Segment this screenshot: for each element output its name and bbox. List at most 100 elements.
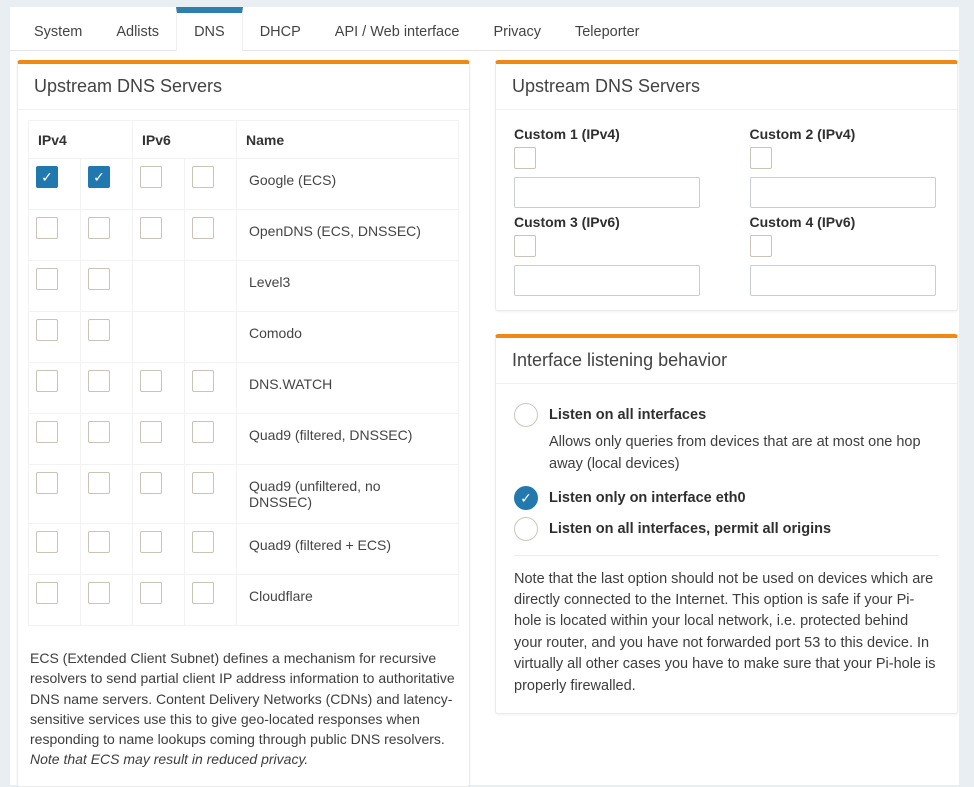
ipv4-checkbox-cell: [29, 363, 81, 414]
ipv6-checkbox[interactable]: [192, 370, 214, 392]
ipv4-checkbox[interactable]: [36, 472, 58, 494]
table-header-row: IPv4 IPv6 Name: [29, 121, 459, 159]
ipv6-checkbox[interactable]: [140, 166, 162, 188]
ipv4-checkbox-cell: [29, 210, 81, 261]
ipv4-checkbox-cell: [29, 312, 81, 363]
table-row: DNS.WATCH: [29, 363, 459, 414]
ipv6-checkbox-cell: [133, 524, 185, 575]
ipv4-checkbox[interactable]: [36, 421, 58, 443]
check-icon: ✓: [520, 491, 532, 505]
ipv4-checkbox[interactable]: [88, 319, 110, 341]
ipv4-checkbox[interactable]: [88, 217, 110, 239]
table-row: Quad9 (filtered + ECS): [29, 524, 459, 575]
custom-upstream-dns-box: Upstream DNS Servers Custom 1 (IPv4)Cust…: [495, 60, 958, 311]
ipv4-checkbox[interactable]: [88, 472, 110, 494]
ipv4-checkbox[interactable]: [88, 582, 110, 604]
listening-option-row: ✓ Listen only on interface eth0: [514, 486, 939, 510]
check-icon: ✓: [41, 170, 53, 184]
upstream-dns-table-box: Upstream DNS Servers IPv4 IPv6 Name: [17, 60, 470, 787]
column-header-ipv6: IPv6: [133, 121, 237, 159]
ipv4-checkbox-cell: [81, 363, 133, 414]
dns-server-name: Quad9 (filtered, DNSSEC): [237, 414, 459, 465]
settings-columns: Upstream DNS Servers IPv4 IPv6 Name: [10, 51, 959, 787]
ipv4-checkbox[interactable]: ✓: [36, 166, 58, 188]
tab-teleporter[interactable]: Teleporter: [558, 7, 656, 50]
custom-4-input[interactable]: [750, 265, 936, 296]
column-header-ipv4: IPv4: [29, 121, 133, 159]
tab-dhcp[interactable]: DHCP: [243, 7, 318, 50]
dns-server-name: Quad9 (filtered + ECS): [237, 524, 459, 575]
ipv6-checkbox[interactable]: [192, 582, 214, 604]
custom-dns-enable-checkbox[interactable]: [514, 147, 536, 169]
ipv4-checkbox[interactable]: [36, 370, 58, 392]
listening-option-radio[interactable]: [514, 403, 538, 427]
divider: [514, 555, 939, 556]
ipv4-checkbox[interactable]: [88, 421, 110, 443]
table-row: Quad9 (unfiltered, no DNSSEC): [29, 465, 459, 524]
custom-dns-grid: Custom 1 (IPv4)Custom 2 (IPv4)Custom 3 (…: [496, 110, 957, 310]
ipv6-checkbox-cell: [133, 575, 185, 626]
ipv4-checkbox[interactable]: ✓: [88, 166, 110, 188]
ipv6-checkbox[interactable]: [192, 472, 214, 494]
listening-option-label: Listen on all interfaces: [549, 407, 706, 423]
ipv6-checkbox[interactable]: [140, 217, 162, 239]
ipv4-checkbox[interactable]: [36, 217, 58, 239]
custom-1-input[interactable]: [514, 177, 700, 208]
tab-api-web-interface[interactable]: API / Web interface: [318, 7, 477, 50]
upstream-dns-table-body: IPv4 IPv6 Name ✓✓Google (ECS)OpenDNS (EC…: [18, 110, 469, 786]
listening-option-row: Listen on all interfaces, permit all ori…: [514, 517, 939, 541]
ipv4-checkbox[interactable]: [88, 370, 110, 392]
listening-option-radio[interactable]: ✓: [514, 486, 538, 510]
tab-dns[interactable]: DNS: [176, 7, 243, 51]
ipv4-checkbox-cell: [29, 414, 81, 465]
ipv4-checkbox-cell: ✓: [81, 159, 133, 210]
ipv4-checkbox[interactable]: [36, 268, 58, 290]
ipv4-checkbox-cell: ✓: [29, 159, 81, 210]
ipv6-checkbox-cell: [185, 261, 237, 312]
tab-privacy[interactable]: Privacy: [476, 7, 558, 50]
interface-listening-box: Interface listening behavior Listen on a…: [495, 334, 958, 714]
custom-dns-field: Custom 3 (IPv6): [514, 208, 704, 296]
ipv6-checkbox[interactable]: [140, 370, 162, 392]
dns-server-name: Cloudflare: [237, 575, 459, 626]
ipv6-checkbox[interactable]: [140, 421, 162, 443]
ipv4-checkbox[interactable]: [88, 268, 110, 290]
ipv6-checkbox-cell: [185, 524, 237, 575]
listening-option-label: Listen only on interface eth0: [549, 490, 746, 506]
tab-system[interactable]: System: [17, 7, 99, 50]
table-row: OpenDNS (ECS, DNSSEC): [29, 210, 459, 261]
ipv6-checkbox[interactable]: [140, 582, 162, 604]
tab-adlists[interactable]: Adlists: [99, 7, 176, 50]
custom-3-input[interactable]: [514, 265, 700, 296]
box-title: Upstream DNS Servers: [18, 64, 469, 110]
table-row: Comodo: [29, 312, 459, 363]
custom-2-input[interactable]: [750, 177, 936, 208]
ipv6-checkbox[interactable]: [192, 421, 214, 443]
custom-dns-field: Custom 2 (IPv4): [750, 120, 940, 208]
ecs-note: ECS (Extended Client Subnet) defines a m…: [30, 648, 457, 770]
custom-dns-enable-checkbox[interactable]: [750, 147, 772, 169]
custom-dns-enable-checkbox[interactable]: [750, 235, 772, 257]
ipv6-checkbox[interactable]: [192, 166, 214, 188]
ipv4-checkbox[interactable]: [88, 531, 110, 553]
ipv4-checkbox[interactable]: [36, 531, 58, 553]
ipv4-checkbox-cell: [29, 465, 81, 524]
check-icon: ✓: [93, 170, 105, 184]
ipv6-checkbox[interactable]: [192, 531, 214, 553]
dns-server-name: Comodo: [237, 312, 459, 363]
ipv4-checkbox[interactable]: [36, 582, 58, 604]
ipv6-checkbox[interactable]: [192, 217, 214, 239]
interface-options-body: Listen on all interfacesAllows only quer…: [496, 384, 957, 713]
ipv6-checkbox[interactable]: [140, 531, 162, 553]
table-row: ✓✓Google (ECS): [29, 159, 459, 210]
upstream-dns-table: IPv4 IPv6 Name ✓✓Google (ECS)OpenDNS (EC…: [28, 120, 459, 626]
dns-server-name: Quad9 (unfiltered, no DNSSEC): [237, 465, 459, 524]
custom-dns-enable-checkbox[interactable]: [514, 235, 536, 257]
ipv6-checkbox-cell: [185, 465, 237, 524]
right-column: Upstream DNS Servers Custom 1 (IPv4)Cust…: [495, 60, 958, 787]
ipv6-checkbox[interactable]: [140, 472, 162, 494]
listening-option-radio[interactable]: [514, 517, 538, 541]
table-row: Cloudflare: [29, 575, 459, 626]
ipv6-checkbox-cell: [185, 363, 237, 414]
ipv4-checkbox[interactable]: [36, 319, 58, 341]
